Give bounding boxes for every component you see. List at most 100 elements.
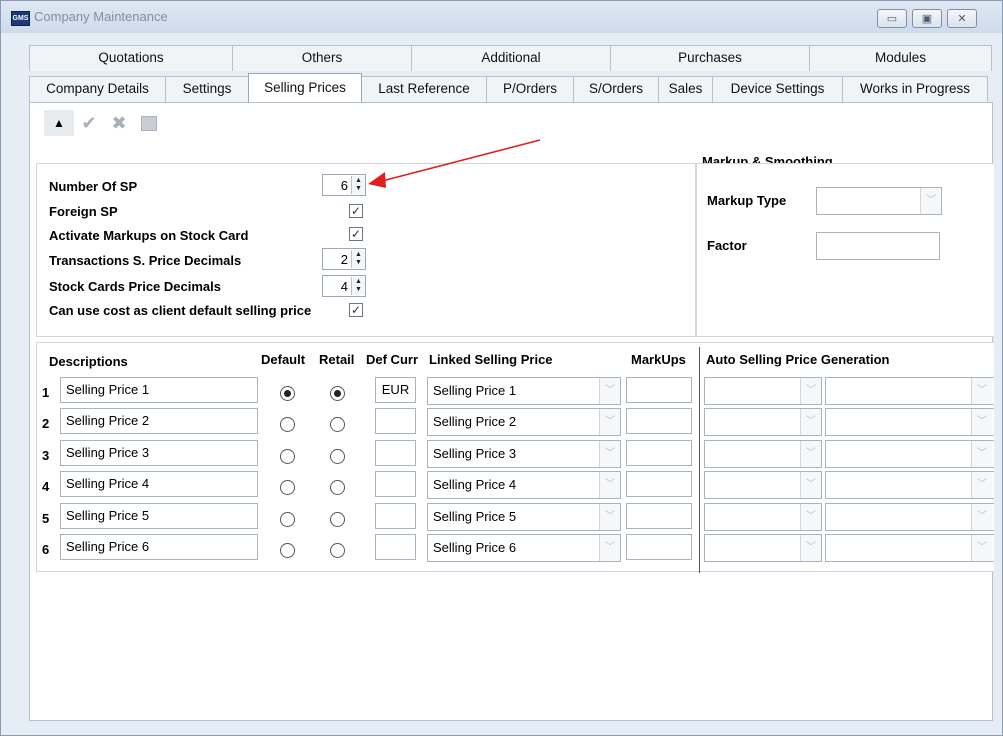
markups-input[interactable] xyxy=(626,408,692,434)
spinner-arrows-icon[interactable]: ▲ ▼ xyxy=(351,250,365,268)
tab-p-orders[interactable]: P/Orders xyxy=(486,76,574,102)
default-radio[interactable] xyxy=(280,543,295,558)
tab-others[interactable]: Others xyxy=(232,45,412,71)
tab-purchases[interactable]: Purchases xyxy=(610,45,810,71)
auto-generation-select-1[interactable]: ﹀ xyxy=(704,503,822,531)
tab-additional[interactable]: Additional xyxy=(411,45,611,71)
up-arrow-button[interactable]: ▲ xyxy=(44,110,74,136)
transactions-decimals-spinner[interactable]: 2 ▲ ▼ xyxy=(322,248,366,270)
row-number: 6 xyxy=(42,542,50,557)
description-input[interactable]: Selling Price 3 xyxy=(60,440,258,466)
factor-label: Factor xyxy=(707,238,747,253)
def-curr-input[interactable]: EUR xyxy=(375,377,416,403)
markups-input[interactable] xyxy=(626,377,692,403)
foreign-sp-checkbox[interactable]: ✓ xyxy=(349,204,363,218)
chevron-down-icon: ﹀ xyxy=(971,378,992,404)
activate-markups-checkbox[interactable]: ✓ xyxy=(349,227,363,241)
default-radio[interactable] xyxy=(280,386,295,401)
minimize-icon: ▭ xyxy=(886,13,898,25)
description-input[interactable]: Selling Price 5 xyxy=(60,503,258,529)
default-radio[interactable] xyxy=(280,417,295,432)
retail-radio[interactable] xyxy=(330,512,345,527)
chevron-down-icon: ﹀ xyxy=(800,472,821,498)
description-input[interactable]: Selling Price 4 xyxy=(60,471,258,497)
cancel-button[interactable]: ✖ xyxy=(104,110,134,136)
retail-header: Retail xyxy=(319,352,355,367)
stock-cards-decimals-spinner[interactable]: 4 ▲ ▼ xyxy=(322,275,366,297)
retail-radio[interactable] xyxy=(330,417,345,432)
use-cost-checkbox[interactable]: ✓ xyxy=(349,303,363,317)
stock-cards-decimals-label: Stock Cards Price Decimals xyxy=(49,279,221,294)
sp-settings-panel: Number Of SP 6 ▲ ▼ Foreign SP ✓ Activate … xyxy=(36,163,696,337)
markup-panel: Markup Type ﹀ Factor xyxy=(696,163,994,337)
tab-settings[interactable]: Settings xyxy=(165,76,249,102)
auto-generation-select-1[interactable]: ﹀ xyxy=(704,440,822,468)
confirm-button[interactable]: ✔ xyxy=(74,110,104,136)
tab-works-in-progress[interactable]: Works in Progress xyxy=(842,76,988,102)
markup-type-label: Markup Type xyxy=(707,193,787,208)
markups-input[interactable] xyxy=(626,440,692,466)
markups-header: MarkUps xyxy=(631,352,686,367)
minimize-button[interactable]: ▭ xyxy=(877,9,907,28)
default-radio[interactable] xyxy=(280,512,295,527)
linked-selling-price-select[interactable]: Selling Price 2 ﹀ xyxy=(427,408,621,436)
tab-modules[interactable]: Modules xyxy=(809,45,992,71)
linked-selling-price-select[interactable]: Selling Price 5 ﹀ xyxy=(427,503,621,531)
retail-radio[interactable] xyxy=(330,449,345,464)
auto-generation-select-2[interactable]: ﹀ xyxy=(825,408,994,436)
tab-company-details[interactable]: Company Details xyxy=(29,76,166,102)
tab-s-orders[interactable]: S/Orders xyxy=(573,76,659,102)
auto-generation-select-1[interactable]: ﹀ xyxy=(704,471,822,499)
def-curr-input[interactable] xyxy=(375,440,416,466)
auto-generation-select-1[interactable]: ﹀ xyxy=(704,377,822,405)
linked-selling-price-select[interactable]: Selling Price 1 ﹀ xyxy=(427,377,621,405)
descriptions-header: Descriptions xyxy=(49,354,128,369)
calendar-button[interactable] xyxy=(134,110,164,136)
app-icon: GMS xyxy=(11,11,30,26)
title-bar: GMS Company Maintenance ▭ ▣ ✕ xyxy=(1,1,1002,33)
def-curr-input[interactable] xyxy=(375,471,416,497)
factor-input[interactable] xyxy=(816,232,940,260)
retail-radio[interactable] xyxy=(330,543,345,558)
default-radio[interactable] xyxy=(280,480,295,495)
spinner-arrows-icon[interactable]: ▲ ▼ xyxy=(351,176,365,194)
markups-input[interactable] xyxy=(626,534,692,560)
retail-radio[interactable] xyxy=(330,386,345,401)
linked-selling-price-select[interactable]: Selling Price 6 ﹀ xyxy=(427,534,621,562)
tab-selling-prices[interactable]: Selling Prices xyxy=(248,73,362,102)
tab-last-reference[interactable]: Last Reference xyxy=(361,76,487,102)
maximize-button[interactable]: ▣ xyxy=(912,9,942,28)
description-input[interactable]: Selling Price 2 xyxy=(60,408,258,434)
auto-generation-select-1[interactable]: ﹀ xyxy=(704,408,822,436)
def-curr-input[interactable] xyxy=(375,534,416,560)
row-number: 5 xyxy=(42,511,50,526)
description-input[interactable]: Selling Price 6 xyxy=(60,534,258,560)
number-of-sp-spinner[interactable]: 6 ▲ ▼ xyxy=(322,174,366,196)
auto-generation-select-2[interactable]: ﹀ xyxy=(825,440,994,468)
linked-selling-price-select[interactable]: Selling Price 3 ﹀ xyxy=(427,440,621,468)
def-curr-input[interactable] xyxy=(375,503,416,529)
tab-quotations[interactable]: Quotations xyxy=(29,45,233,71)
def-curr-input[interactable] xyxy=(375,408,416,434)
spinner-arrows-icon[interactable]: ▲ ▼ xyxy=(351,277,365,295)
linked-selling-price-value: Selling Price 2 xyxy=(433,414,517,429)
foreign-sp-label: Foreign SP xyxy=(49,204,118,219)
retail-radio[interactable] xyxy=(330,480,345,495)
markups-input[interactable] xyxy=(626,471,692,497)
auto-generation-select-2[interactable]: ﹀ xyxy=(825,471,994,499)
description-input[interactable]: Selling Price 1 xyxy=(60,377,258,403)
close-button[interactable]: ✕ xyxy=(947,9,977,28)
def-curr-header: Def Curr xyxy=(366,352,419,367)
markup-type-select[interactable]: ﹀ xyxy=(816,187,942,215)
activate-markups-label: Activate Markups on Stock Card xyxy=(49,228,249,243)
auto-generation-select-2[interactable]: ﹀ xyxy=(825,377,994,405)
linked-selling-price-select[interactable]: Selling Price 4 ﹀ xyxy=(427,471,621,499)
auto-generation-select-2[interactable]: ﹀ xyxy=(825,503,994,531)
auto-selling-price-header: Auto Selling Price Generation xyxy=(706,352,890,367)
markups-input[interactable] xyxy=(626,503,692,529)
tab-device-settings[interactable]: Device Settings xyxy=(712,76,843,102)
auto-generation-select-1[interactable]: ﹀ xyxy=(704,534,822,562)
tab-sales[interactable]: Sales xyxy=(658,76,713,102)
auto-generation-select-2[interactable]: ﹀ xyxy=(825,534,994,562)
default-radio[interactable] xyxy=(280,449,295,464)
